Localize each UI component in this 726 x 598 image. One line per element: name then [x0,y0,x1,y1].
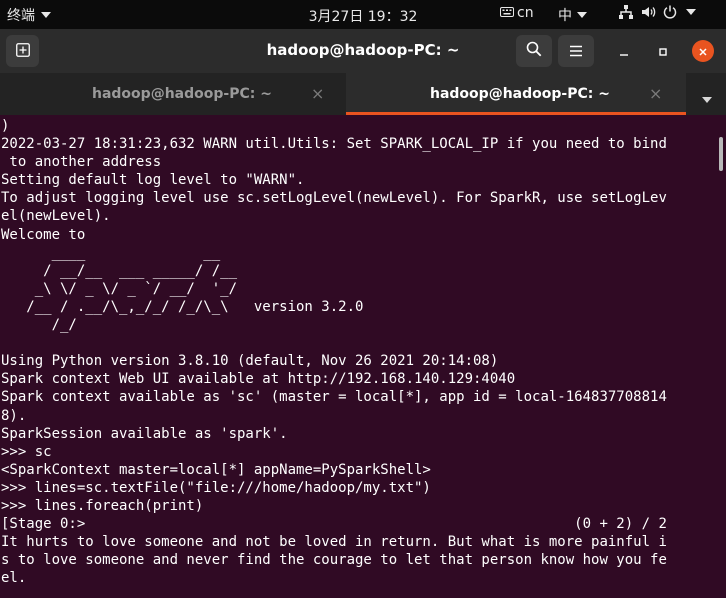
terminal-output[interactable]: ) 2022-03-27 18:31:23,632 WARN util.Utils… [0,115,716,598]
scrollbar-thumb[interactable] [719,137,723,171]
window-title-bar: hadoop@hadoop-PC: ~ [0,29,726,73]
terminal-line: 8). [1,407,27,424]
terminal-line: Welcome to [1,226,86,243]
input-method-label: 中 [558,8,572,24]
terminal-line: It hurts to love someone and not be love… [1,534,667,551]
terminal-line: <SparkContext master=local[*] appName=Py… [1,461,431,478]
chevron-down-icon [686,9,696,15]
terminal-line: /__ / .__/\_,_/_/ /_/\_\ version 3.2.0 [1,298,364,315]
terminal-scrollbar[interactable] [716,115,726,598]
minimize-button[interactable] [613,40,635,62]
tab-label: hadoop@hadoop-PC: ~ [430,86,610,102]
tab-terminal-1[interactable]: hadoop@hadoop-PC: ~ × [0,73,345,115]
tab-terminal-2[interactable]: hadoop@hadoop-PC: ~ × [346,73,686,115]
chevron-down-icon [702,97,712,103]
power-icon [662,4,678,20]
terminal-line: [Stage 0:> (0 + 2) / 2 [1,516,667,533]
volume-icon [640,4,656,20]
tab-label: hadoop@hadoop-PC: ~ [92,86,272,102]
system-tray[interactable] [618,4,696,20]
terminal-line: >>> lines=sc.textFile("file:///home/hado… [1,479,431,496]
minimize-icon [619,42,629,61]
keyboard-layout-label: cn [517,5,534,21]
terminal-line: ) [1,118,10,134]
keyboard-layout-indicator[interactable]: cn [500,5,534,21]
hamburger-icon [569,42,583,61]
system-top-bar: 终端 3月27日 19：32 cn 中 [0,0,726,29]
maximize-button[interactable] [652,40,674,62]
terminal-line: s to love someone and never find the cou… [1,552,667,569]
terminal-line: el. [1,570,27,587]
search-button[interactable] [516,35,552,67]
terminal-line: /_/ [1,317,77,334]
close-window-button[interactable] [692,40,714,62]
terminal-line: Using Python version 3.8.10 (default, No… [1,353,499,370]
terminal-line: _\ \/ _ \/ _ `/ __/ '_/ [1,280,238,297]
tab-bar: hadoop@hadoop-PC: ~ × hadoop@hadoop-PC: … [0,73,726,115]
maximize-icon [658,42,668,61]
tab-close-icon[interactable]: × [649,84,662,103]
terminal-line: to another address [1,154,162,171]
terminal-lines: ) 2022-03-27 18:31:23,632 WARN util.Utils… [0,115,716,587]
input-method-menu[interactable]: 中 [558,5,587,25]
search-icon [526,41,542,61]
terminal-line: el(newLevel). [1,208,111,225]
terminal-line: 2022-03-27 18:31:23,632 WARN util.Utils:… [1,136,667,153]
terminal-line: ____ __ [1,244,221,261]
chevron-down-icon [577,12,587,18]
tab-list-dropdown[interactable] [700,91,712,107]
terminal-line: / __/__ ___ _____/ /__ [1,262,238,279]
network-icon [618,4,634,20]
terminal-line: >>> sc [1,443,52,460]
terminal-line: SparkSession available as 'spark'. [1,425,288,442]
keyboard-icon [500,5,514,21]
terminal-line: Spark context Web UI available at http:/… [1,371,516,388]
close-icon [698,42,708,61]
terminal-line: To adjust logging level use sc.setLogLev… [1,190,667,207]
terminal-line: >>> lines.foreach(print) [1,497,204,514]
terminal-line: Setting default log level to "WARN". [1,172,305,189]
tab-close-icon[interactable]: × [311,84,324,103]
hamburger-menu-button[interactable] [558,35,594,67]
terminal-line: Spark context available as 'sc' (master … [1,389,667,406]
clock[interactable]: 3月27日 19：32 [309,9,418,25]
